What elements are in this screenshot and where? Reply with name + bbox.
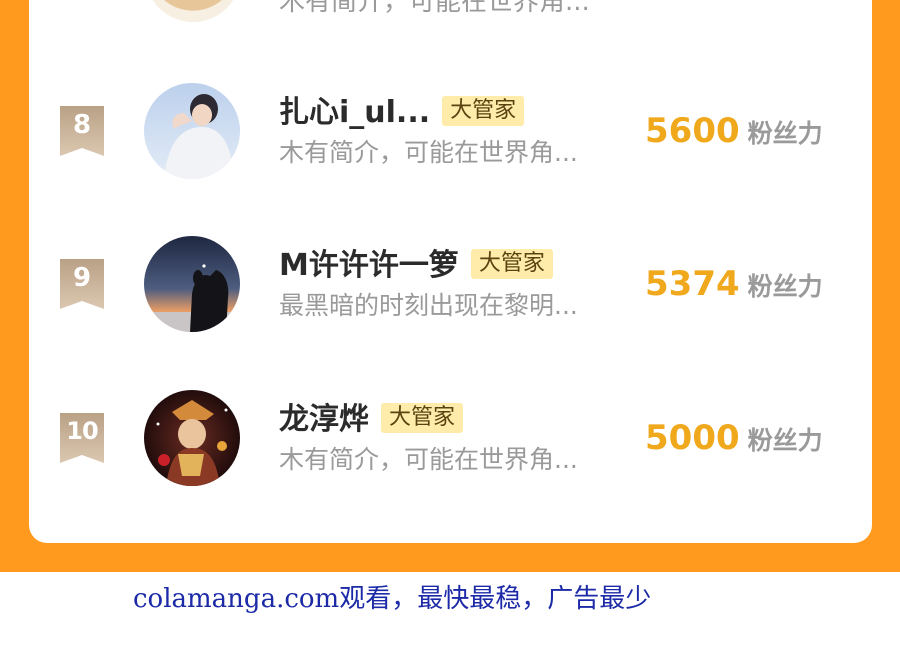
rank-number: 9	[72, 263, 92, 293]
user-name[interactable]: M许许许一箩 大管家	[279, 246, 553, 286]
user-name-text: M许许许一箩	[279, 248, 459, 283]
avatar-sunset-icon[interactable]	[144, 236, 240, 332]
fans-count: 5374	[645, 264, 740, 304]
fans-score: 5600 粉丝力	[645, 111, 823, 157]
user-name[interactable]: 扎心i_ul... 大管家	[279, 93, 525, 133]
role-tag: 大管家	[442, 95, 525, 126]
fans-score: 5374 粉丝力	[645, 264, 823, 310]
ranking-card: 木有简介，可能在世界角... 8 扎心i_ul... 大管家 木有简介，可能在世…	[29, 0, 872, 543]
fans-count: 5600	[645, 111, 740, 151]
user-name[interactable]: 龙淳烨 大管家	[279, 400, 464, 440]
role-tag: 大管家	[470, 248, 553, 279]
watermark-footer: colamanga.com观看，最快最稳，广告最少	[133, 584, 652, 614]
user-description: 木有简介，可能在世界角...	[279, 138, 578, 167]
rank-badge: 8	[60, 106, 104, 156]
user-name-text: 扎心i_ul...	[279, 95, 431, 130]
ranking-row-10[interactable]: 10 龙淳烨 大管家 木有简介，可能在世界角... 5000 粉丝力	[29, 390, 872, 500]
avatar-anime-icon[interactable]	[144, 390, 240, 486]
ranking-row-9[interactable]: 9 M许许许一箩 大管家 最黑暗的时刻出现在黎明... 5374 粉丝力	[29, 236, 872, 346]
rank-badge: 10	[60, 413, 104, 463]
rank-number: 10	[66, 417, 98, 445]
avatar-boy-light-icon[interactable]	[144, 83, 240, 179]
fans-score: 5000 粉丝力	[645, 418, 823, 464]
fans-unit: 粉丝力	[747, 426, 823, 455]
user-description: 最黑暗的时刻出现在黎明...	[279, 291, 578, 320]
ranking-row-8[interactable]: 8 扎心i_ul... 大管家 木有简介，可能在世界角... 5600 粉丝力	[29, 83, 872, 193]
avatar-partial[interactable]	[145, 0, 241, 22]
fans-count: 5000	[645, 418, 740, 458]
user-description-partial: 木有简介，可能在世界角...	[279, 0, 590, 17]
fans-unit: 粉丝力	[747, 119, 823, 148]
rank-number: 8	[72, 110, 92, 140]
rank-badge: 9	[60, 259, 104, 309]
user-description: 木有简介，可能在世界角...	[279, 445, 578, 474]
role-tag: 大管家	[381, 402, 464, 433]
fans-unit: 粉丝力	[747, 272, 823, 301]
user-name-text: 龙淳烨	[279, 402, 369, 437]
